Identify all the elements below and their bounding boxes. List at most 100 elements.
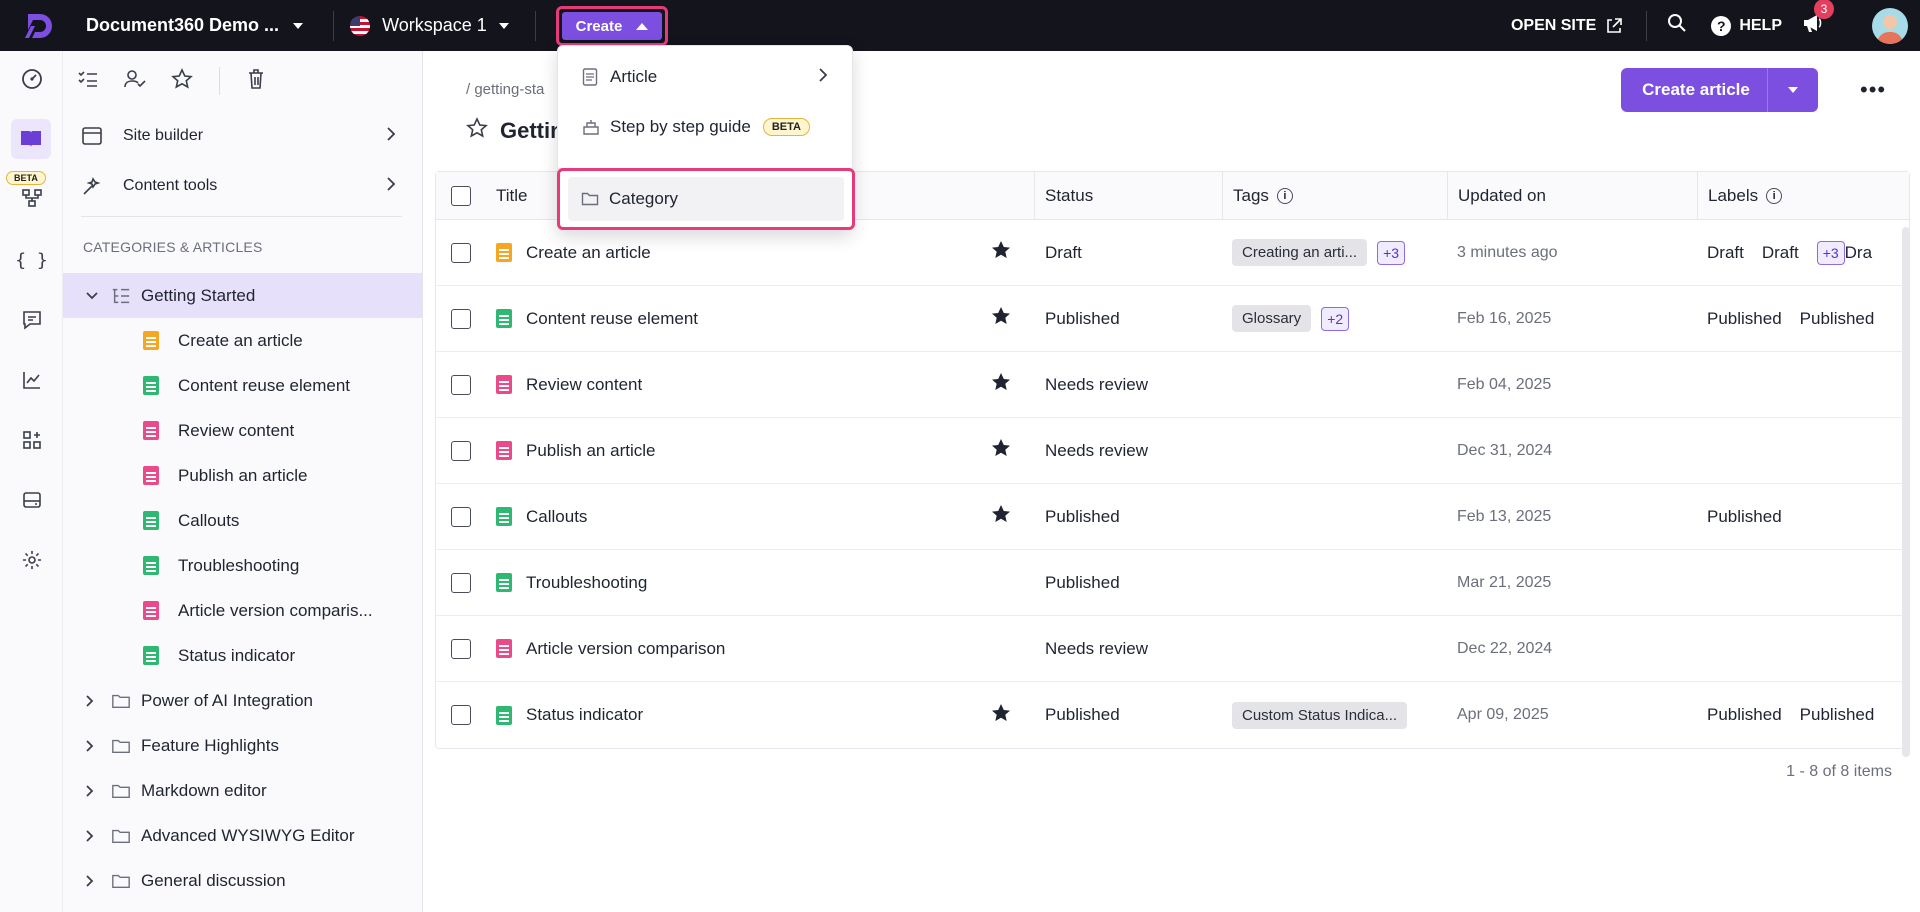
menu-item-category[interactable]: Category: [568, 177, 844, 221]
info-icon[interactable]: i: [1276, 187, 1293, 204]
search-icon[interactable]: [1667, 13, 1687, 38]
sidebar-item-site-builder[interactable]: Site builder: [63, 111, 422, 161]
analytics-icon[interactable]: [0, 360, 63, 400]
tag-chip[interactable]: Glossary: [1232, 305, 1312, 332]
trash-icon[interactable]: [246, 68, 266, 95]
star-filled-icon[interactable]: [990, 437, 1012, 464]
tree-folder[interactable]: Power of AI Integration: [63, 678, 422, 723]
feedback-icon[interactable]: [0, 300, 63, 340]
tree-article[interactable]: Status indicator: [63, 633, 422, 678]
article-title-link[interactable]: Review content: [526, 375, 642, 395]
column-tags[interactable]: Tags i: [1222, 171, 1447, 220]
tree-article[interactable]: Publish an article: [63, 453, 422, 498]
column-status[interactable]: Status: [1034, 171, 1222, 220]
tree-folder[interactable]: Advanced WYSIWYG Editor: [63, 813, 422, 858]
chevron-right-icon[interactable]: [85, 829, 101, 843]
tree-folder[interactable]: Feature Highlights: [63, 723, 422, 768]
avatar[interactable]: [1872, 7, 1908, 44]
article-title-link[interactable]: Troubleshooting: [526, 573, 647, 593]
tag-chip[interactable]: Custom Status Indica...: [1232, 701, 1408, 729]
table-row[interactable]: Publish an article Needs review Dec 31, 20…: [436, 418, 1909, 484]
star-filled-icon[interactable]: [990, 371, 1012, 398]
row-checkbox[interactable]: [451, 440, 471, 461]
row-checkbox[interactable]: [451, 506, 471, 527]
menu-item-article[interactable]: Article: [558, 54, 854, 100]
scrollbar[interactable]: [1902, 227, 1910, 757]
star-icon[interactable]: [171, 67, 193, 95]
star-filled-icon[interactable]: [990, 305, 1012, 332]
assigned-to-me-icon[interactable]: [123, 69, 147, 94]
article-title-link[interactable]: Content reuse element: [526, 309, 698, 329]
table-row[interactable]: Content reuse element Published Glossary +2…: [436, 286, 1909, 352]
tree-article[interactable]: Article version comparis...: [63, 588, 422, 633]
menu-item-step-by-step-guide[interactable]: Step by step guide BETA: [558, 104, 854, 150]
table-row[interactable]: Status indicator Published Custom Status I…: [436, 682, 1909, 748]
row-checkbox[interactable]: [451, 638, 471, 659]
chevron-right-icon[interactable]: [85, 874, 101, 888]
more-tags-badge[interactable]: +2: [1321, 306, 1350, 331]
star-filled-icon[interactable]: [990, 702, 1012, 729]
article-title-link[interactable]: Create an article: [526, 243, 651, 263]
open-site-link[interactable]: OPEN SITE: [1511, 17, 1623, 35]
api-icon[interactable]: { }: [0, 240, 63, 280]
more-options-icon[interactable]: •••: [1860, 77, 1886, 103]
table-row[interactable]: Callouts Published Feb 13, 2025 Published: [436, 484, 1909, 550]
star-filled-icon[interactable]: [990, 239, 1012, 266]
documentation-icon[interactable]: [11, 119, 51, 159]
column-labels[interactable]: Labels i: [1697, 171, 1909, 220]
sidebar-item-content-tools[interactable]: Content tools: [63, 161, 422, 211]
tree-label: Create an article: [178, 330, 303, 350]
create-button[interactable]: Create: [562, 12, 662, 40]
row-checkbox[interactable]: [451, 308, 471, 329]
project-switcher[interactable]: Document360 Demo ...: [86, 15, 304, 36]
announcements-button[interactable]: 3: [1802, 0, 1834, 38]
chevron-right-icon[interactable]: [85, 694, 101, 708]
tree-article[interactable]: Review content: [63, 408, 422, 453]
tree-category-getting-started[interactable]: Getting Started: [63, 273, 422, 318]
article-title-link[interactable]: Publish an article: [526, 441, 655, 461]
row-checkbox[interactable]: [451, 374, 471, 395]
tree-article[interactable]: Create an article: [63, 318, 422, 363]
dashboard-icon[interactable]: [0, 59, 63, 99]
review-article-icon: [496, 441, 512, 460]
more-labels-badge[interactable]: +3: [1816, 240, 1845, 265]
settings-icon[interactable]: [0, 540, 63, 580]
row-checkbox[interactable]: [451, 242, 471, 263]
integrations-icon[interactable]: [0, 420, 63, 460]
table-row[interactable]: Article version comparison Needs review De…: [436, 616, 1909, 682]
tag-chip[interactable]: Creating an arti...: [1232, 239, 1368, 266]
tree-article[interactable]: Troubleshooting: [63, 543, 422, 588]
chevron-down-icon[interactable]: [1768, 87, 1818, 93]
updated-on-text: Mar 21, 2025: [1457, 573, 1552, 591]
tree-article[interactable]: Callouts: [63, 498, 422, 543]
chevron-right-icon[interactable]: [85, 784, 101, 798]
column-updated[interactable]: Updated on: [1447, 171, 1697, 220]
more-tags-badge[interactable]: +3: [1377, 240, 1406, 265]
row-checkbox[interactable]: [451, 705, 471, 725]
info-icon[interactable]: i: [1766, 187, 1783, 204]
table-row[interactable]: Review content Needs review Feb 04, 2025: [436, 352, 1909, 418]
tags-cell: Creating an arti... +3: [1222, 239, 1447, 266]
drive-icon[interactable]: [0, 480, 63, 520]
article-title-link[interactable]: Article version comparison: [526, 639, 725, 659]
chevron-down-icon[interactable]: [85, 291, 101, 301]
tree-folder[interactable]: General discussion: [63, 858, 422, 903]
table-row[interactable]: Troubleshooting Published Mar 21, 2025: [436, 550, 1909, 616]
published-article-icon: [143, 646, 163, 665]
breadcrumb[interactable]: / getting-sta: [466, 81, 544, 98]
star-icon[interactable]: [466, 117, 488, 145]
tree-folder[interactable]: Markdown editor: [63, 768, 422, 813]
star-filled-icon[interactable]: [990, 503, 1012, 530]
row-checkbox[interactable]: [451, 572, 471, 593]
article-title-link[interactable]: Status indicator: [526, 705, 643, 725]
create-article-button[interactable]: Create article: [1621, 68, 1818, 112]
chevron-right-icon[interactable]: [85, 739, 101, 753]
select-all-checkbox[interactable]: [451, 185, 471, 206]
tree-article[interactable]: Content reuse element: [63, 363, 422, 408]
help-button[interactable]: ? HELP: [1711, 15, 1782, 36]
workspace-switcher[interactable]: Workspace 1: [350, 15, 509, 36]
article-title-link[interactable]: Callouts: [526, 507, 587, 527]
document360-logo-icon[interactable]: [20, 8, 56, 44]
checklist-icon[interactable]: [77, 69, 99, 94]
workflow-icon[interactable]: [0, 178, 63, 218]
